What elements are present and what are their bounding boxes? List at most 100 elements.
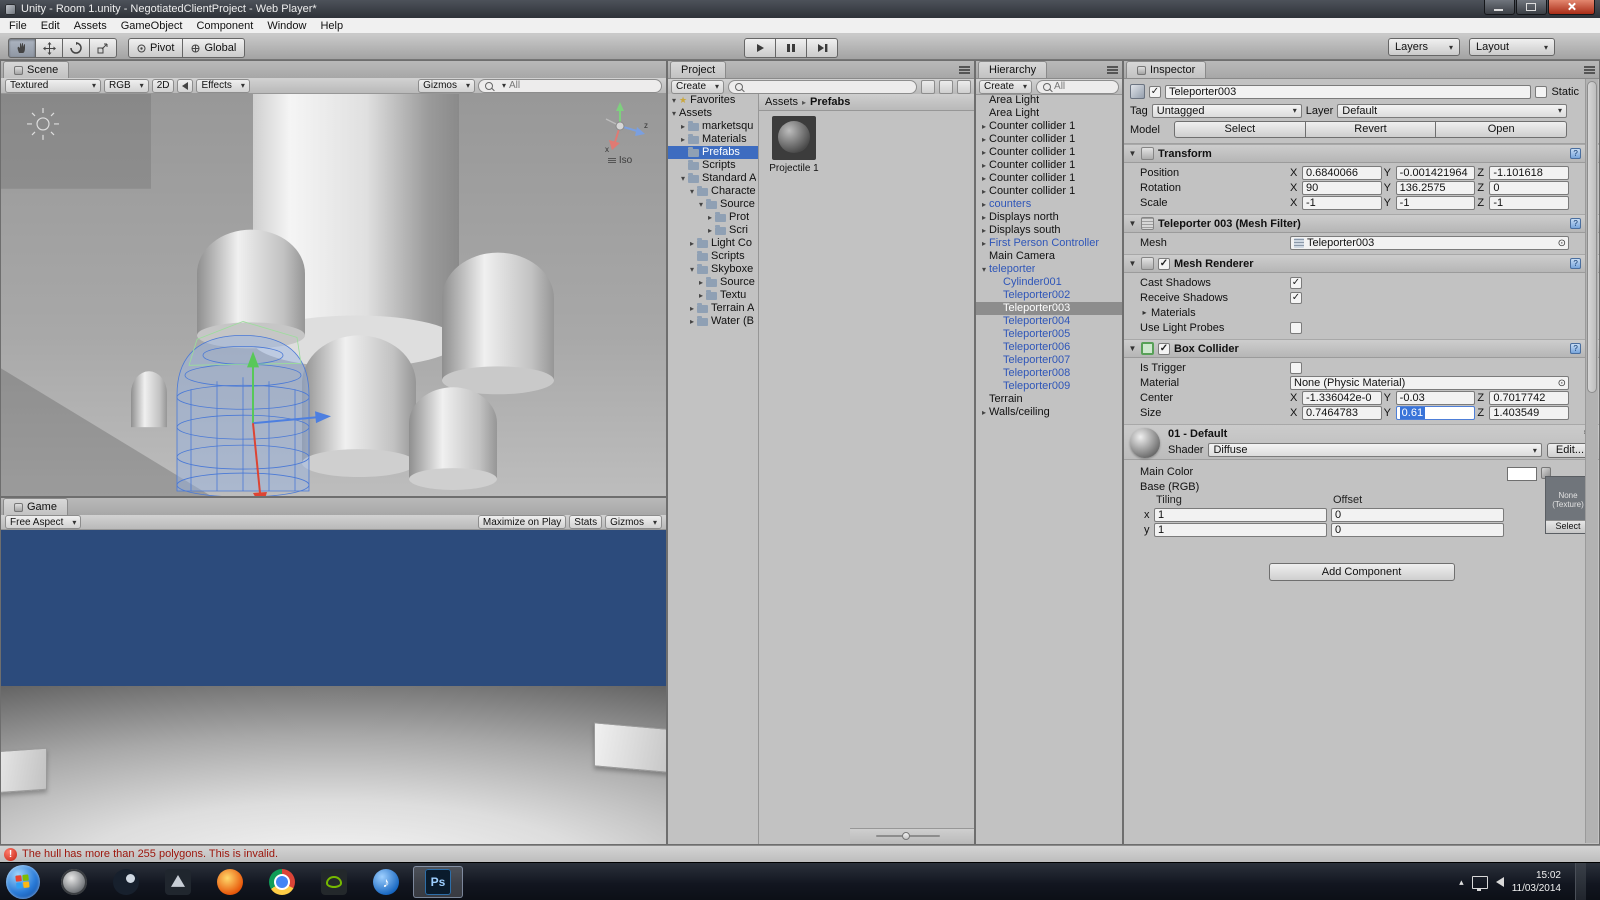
hierarchy-item[interactable]: ▸ Walls/ceiling xyxy=(976,406,1122,419)
layers-dropdown[interactable]: Layers ▾ xyxy=(1388,38,1460,56)
play-button[interactable] xyxy=(744,38,776,58)
hierarchy-item[interactable]: Teleporter008 xyxy=(976,367,1122,380)
unity-icon[interactable] xyxy=(153,866,203,898)
texture-select-button[interactable]: Select xyxy=(1546,520,1590,533)
hierarchy-foldout-icon[interactable]: ▸ xyxy=(979,224,989,237)
tree-foldout-icon[interactable]: ▾ xyxy=(687,185,697,198)
tree-foldout-icon[interactable]: ▾ xyxy=(696,198,706,211)
physic-material-field[interactable]: None (Physic Material) ⊙ xyxy=(1290,375,1569,390)
project-tree-item[interactable]: ▾ Assets xyxy=(668,107,758,120)
main-color-swatch[interactable] xyxy=(1507,467,1537,481)
mesh-renderer-enabled-checkbox[interactable] xyxy=(1158,257,1170,270)
rotation-z-field[interactable]: 0 xyxy=(1489,180,1570,195)
hierarchy-foldout-icon[interactable]: ▸ xyxy=(979,120,989,133)
tree-foldout-icon[interactable]: ▸ xyxy=(705,224,715,237)
scale-y-field[interactable]: -1 xyxy=(1395,195,1476,210)
project-panel-menu-icon[interactable] xyxy=(959,66,970,74)
effects-dropdown[interactable]: Effects ▾ xyxy=(196,78,250,93)
static-checkbox[interactable] xyxy=(1535,85,1548,98)
tree-foldout-icon[interactable]: ▸ xyxy=(687,237,697,250)
materials-foldout-icon[interactable]: ▸ xyxy=(1140,308,1149,317)
offset-y-field[interactable]: 0 xyxy=(1331,523,1504,537)
position-z-field[interactable]: -1.101618 xyxy=(1489,165,1570,180)
hierarchy-item[interactable]: Area Light xyxy=(976,107,1122,120)
scene-gizmos-dropdown[interactable]: Gizmos ▾ xyxy=(418,78,475,93)
hierarchy-item[interactable]: ▸ Counter collider 1 xyxy=(976,185,1122,198)
foldout-icon[interactable]: ▼ xyxy=(1128,219,1137,228)
position-y-field[interactable]: -0.001421964 xyxy=(1395,165,1476,180)
firefox-icon[interactable] xyxy=(205,866,255,898)
tree-foldout-icon[interactable]: ▾ xyxy=(669,107,679,120)
hierarchy-item[interactable]: Area Light xyxy=(976,94,1122,107)
tray-expand-icon[interactable]: ▴ xyxy=(1459,877,1464,888)
tree-foldout-icon[interactable]: ▸ xyxy=(678,120,688,133)
project-tree-item[interactable]: ▸ Textu xyxy=(668,289,758,302)
tree-foldout-icon[interactable]: ▸ xyxy=(687,315,697,328)
box-collider-enabled-checkbox[interactable] xyxy=(1158,342,1170,355)
hierarchy-item[interactable]: Teleporter007 xyxy=(976,354,1122,367)
menu-gameobject[interactable]: GameObject xyxy=(114,18,190,34)
project-tree-item[interactable]: ▾ ★ Favorites xyxy=(668,94,758,107)
thumbnail-size-slider[interactable] xyxy=(876,832,940,840)
tab-game[interactable]: Game xyxy=(3,498,68,515)
size-x-field[interactable]: 0.7464783 xyxy=(1302,405,1382,420)
tree-foldout-icon[interactable]: ▾ xyxy=(669,94,679,107)
hierarchy-foldout-icon[interactable]: ▸ xyxy=(979,211,989,224)
global-toggle-button[interactable]: Global xyxy=(183,38,246,58)
hierarchy-item[interactable]: Teleporter003 xyxy=(976,302,1122,315)
tree-foldout-icon[interactable]: ▸ xyxy=(687,302,697,315)
help-icon[interactable]: ? xyxy=(1570,148,1582,159)
position-x-field[interactable]: 0.6840066 xyxy=(1302,165,1382,180)
inspector-panel-menu-icon[interactable] xyxy=(1584,66,1595,74)
search-by-label-icon[interactable] xyxy=(939,79,953,94)
pause-button[interactable] xyxy=(776,38,807,58)
breadcrumb-root[interactable]: Assets xyxy=(765,96,798,108)
status-bar[interactable]: ! The hull has more than 255 polygons. T… xyxy=(0,845,1600,862)
mesh-renderer-component-header[interactable]: ▼ Mesh Renderer ?⚙ xyxy=(1124,254,1599,273)
model-revert-button[interactable]: Revert xyxy=(1305,121,1437,138)
favorite-search-icon[interactable] xyxy=(957,79,971,94)
hierarchy-create-dropdown[interactable]: Create ▾ xyxy=(979,79,1033,94)
box-collider-component-header[interactable]: ▼ Box Collider ?⚙ xyxy=(1124,339,1599,358)
menu-edit[interactable]: Edit xyxy=(34,18,67,34)
project-tree-item[interactable]: ▸ Terrain A xyxy=(668,302,758,315)
start-button[interactable] xyxy=(6,865,40,899)
tree-foldout-icon[interactable]: ▸ xyxy=(705,211,715,224)
rotate-tool-button[interactable] xyxy=(63,38,90,58)
project-tree-item[interactable]: ▾ Skyboxe xyxy=(668,263,758,276)
tab-hierarchy[interactable]: Hierarchy xyxy=(978,61,1048,78)
gauge-icon[interactable] xyxy=(49,866,99,898)
object-picker-icon[interactable]: ⊙ xyxy=(1558,377,1566,389)
tree-foldout-icon[interactable]: ▸ xyxy=(696,289,706,302)
tree-foldout-icon[interactable]: ▸ xyxy=(696,276,706,289)
asset-item[interactable]: Projectile 1 xyxy=(765,116,823,174)
hierarchy-foldout-icon[interactable]: ▸ xyxy=(979,172,989,185)
photoshop-icon[interactable]: Ps xyxy=(413,866,463,898)
hierarchy-foldout-icon[interactable]: ▸ xyxy=(979,198,989,211)
hierarchy-foldout-icon[interactable]: ▸ xyxy=(979,146,989,159)
show-desktop-button[interactable] xyxy=(1575,863,1586,900)
slider-thumb[interactable] xyxy=(902,832,910,840)
network-icon[interactable] xyxy=(1471,875,1488,891)
hierarchy-item[interactable]: Teleporter002 xyxy=(976,289,1122,302)
scale-tool-button[interactable] xyxy=(90,38,117,58)
is-trigger-checkbox[interactable] xyxy=(1290,361,1302,374)
game-viewport[interactable] xyxy=(1,530,666,844)
chrome-icon[interactable] xyxy=(257,866,307,898)
tree-foldout-icon[interactable]: ▾ xyxy=(678,172,688,185)
scene-viewport[interactable]: z x Iso xyxy=(1,94,666,496)
hierarchy-item[interactable]: Teleporter004 xyxy=(976,315,1122,328)
scene-orientation-gizmo[interactable]: z x Iso xyxy=(588,100,652,166)
hierarchy-foldout-icon[interactable]: ▸ xyxy=(979,406,989,419)
hierarchy-panel-menu-icon[interactable] xyxy=(1107,66,1118,74)
cast-shadows-checkbox[interactable] xyxy=(1290,276,1302,289)
center-y-field[interactable]: -0.03 xyxy=(1395,390,1476,405)
rotation-y-field[interactable]: 136.2575 xyxy=(1395,180,1476,195)
maximize-on-play-button[interactable]: Maximize on Play xyxy=(477,515,567,529)
hierarchy-foldout-icon[interactable]: ▸ xyxy=(979,133,989,146)
material-header[interactable]: 01 - Default ⚙ Shader Diffuse Edit... xyxy=(1124,424,1599,460)
object-name-field[interactable]: Teleporter003 xyxy=(1165,84,1532,99)
scale-z-field[interactable]: -1 xyxy=(1489,195,1570,210)
light-probes-checkbox[interactable] xyxy=(1290,321,1302,334)
2d-toggle-button[interactable]: 2D xyxy=(151,78,175,93)
